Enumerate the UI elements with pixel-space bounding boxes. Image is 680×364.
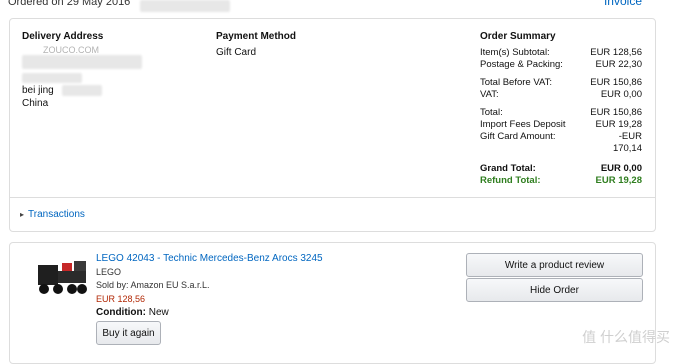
invoice-link[interactable]: Invoice — [604, 0, 642, 8]
redacted-area — [140, 0, 230, 12]
summary-label: Grand Total: — [480, 163, 536, 174]
order-details-panel: Delivery Address ZOUCO.COM bei jing Chin… — [9, 18, 656, 232]
sold-by: Sold by: Amazon EU S.a.r.L. — [96, 280, 210, 290]
payment-method-title: Payment Method — [216, 31, 297, 42]
write-review-button[interactable]: Write a product review — [466, 253, 643, 277]
summary-label: Item(s) Subtotal: — [480, 47, 550, 58]
address-city: bei jing — [22, 85, 54, 96]
summary-value: EUR 0,00 — [600, 163, 642, 174]
summary-label: Gift Card Amount: — [480, 131, 556, 142]
summary-value: EUR 19,28 — [595, 175, 642, 186]
delivery-address-title: Delivery Address — [22, 31, 104, 42]
transactions-label: Transactions — [28, 209, 85, 220]
watermark-top: ZOUCO.COM — [43, 45, 99, 55]
summary-value: EUR 22,30 — [595, 59, 642, 70]
order-summary-title: Order Summary — [480, 31, 556, 42]
summary-value: 170,14 — [612, 143, 642, 154]
summary-value: EUR 128,56 — [590, 47, 642, 58]
summary-label: Total: — [480, 107, 503, 118]
order-date: Ordered on 29 May 2016 — [8, 0, 131, 8]
product-title-link[interactable]: LEGO 42043 - Technic Mercedes-Benz Arocs… — [96, 253, 323, 264]
summary-value: EUR 150,86 — [590, 107, 642, 118]
summary-label: Import Fees Deposit — [480, 119, 566, 130]
payment-method-value: Gift Card — [216, 47, 257, 58]
redacted-address-line — [62, 85, 102, 96]
buy-it-again-button[interactable]: Buy it again — [96, 321, 161, 345]
watermark-bottom: 值 什么值得买 — [582, 329, 670, 345]
redacted-address-line — [22, 73, 82, 83]
product-price: EUR 128,56 — [96, 294, 146, 304]
summary-label: Postage & Packing: — [480, 59, 563, 70]
summary-label: VAT: — [480, 89, 499, 100]
section-divider — [10, 197, 655, 198]
summary-value: EUR 150,86 — [590, 77, 642, 88]
transactions-toggle[interactable]: ▸ Transactions — [20, 209, 85, 220]
product-condition: Condition: New — [96, 307, 169, 318]
product-brand: LEGO — [96, 267, 122, 277]
caret-right-icon: ▸ — [20, 210, 25, 219]
condition-value: New — [148, 307, 169, 318]
summary-label: Refund Total: — [480, 175, 541, 186]
address-country: China — [22, 98, 49, 109]
summary-value: EUR 0,00 — [600, 89, 642, 100]
hide-order-button[interactable]: Hide Order — [466, 278, 643, 302]
redacted-address-line — [22, 55, 142, 69]
summary-label: Total Before VAT: — [480, 77, 552, 88]
summary-value: EUR 19,28 — [595, 119, 642, 130]
summary-value: -EUR — [618, 131, 642, 142]
shipment-panel: LEGO 42043 - Technic Mercedes-Benz Arocs… — [9, 242, 656, 364]
condition-label: Condition: — [96, 307, 146, 318]
product-image[interactable] — [34, 255, 90, 301]
